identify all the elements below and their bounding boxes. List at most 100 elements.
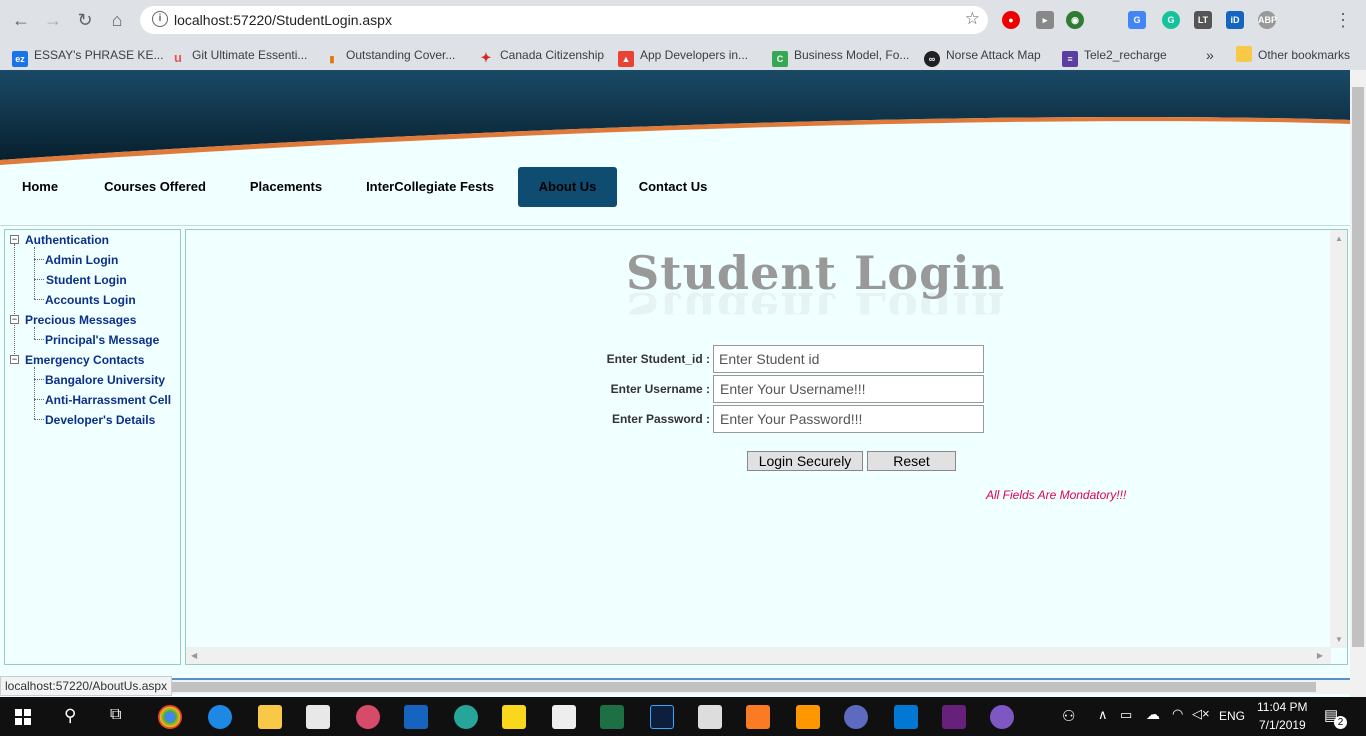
snipping-icon[interactable] [356, 705, 380, 729]
info-icon[interactable]: i [152, 11, 168, 27]
abp-extension-icon[interactable]: ABP [1258, 11, 1277, 29]
store-icon[interactable] [306, 705, 330, 729]
tree-link-principals-message[interactable]: Principal's Message [45, 333, 159, 347]
frame-vertical-scrollbar[interactable]: ▲ ▼ [1330, 230, 1347, 648]
home-icon[interactable]: ⌂ [106, 9, 128, 31]
calculator-icon[interactable] [698, 705, 722, 729]
scroll-left-arrow-icon[interactable]: ◀ [191, 651, 197, 660]
tree-group-emergency-contacts[interactable]: Emergency Contacts [25, 353, 144, 367]
infinity-app-icon[interactable] [990, 705, 1014, 729]
edge-icon[interactable] [208, 705, 232, 729]
url-text[interactable]: localhost:57220/StudentLogin.aspx [174, 12, 392, 28]
page-horizontal-scrollbar[interactable] [0, 680, 1350, 694]
photoshop-icon[interactable] [650, 705, 674, 729]
collapse-toggle-icon[interactable]: − [10, 235, 19, 244]
translate-extension-icon[interactable]: G [1128, 11, 1146, 29]
chrome-icon[interactable] [158, 705, 182, 729]
forward-arrow-icon[interactable]: → [42, 9, 64, 31]
scroll-up-arrow-icon[interactable]: ▲ [1335, 234, 1343, 243]
tree-link-bangalore-university[interactable]: Bangalore University [45, 373, 165, 387]
adblock-extension-icon[interactable]: ● [1002, 11, 1020, 29]
clock-time[interactable]: 11:04 PM [1257, 700, 1307, 714]
battery-icon[interactable]: ▭ [1120, 707, 1132, 723]
volume-muted-icon[interactable]: ◁× [1192, 706, 1210, 722]
back-arrow-icon[interactable]: ← [10, 9, 32, 31]
lt-extension-icon[interactable]: LT [1194, 11, 1212, 29]
reload-icon[interactable]: ↻ [74, 9, 96, 31]
menu-courses-offered[interactable]: Courses Offered [98, 167, 212, 207]
id-extension-icon[interactable]: iD [1226, 11, 1244, 29]
menu-home[interactable]: Home [16, 167, 64, 207]
scroll-down-arrow-icon[interactable]: ▼ [1335, 635, 1343, 644]
task-view-icon[interactable]: ⧉ [110, 706, 121, 724]
frame-horizontal-scrollbar[interactable]: ◀ ▶ [186, 647, 1331, 664]
reset-button[interactable]: Reset [867, 451, 956, 471]
sublime-icon[interactable] [796, 705, 820, 729]
tree-group-authentication[interactable]: Authentication [25, 233, 109, 247]
defender-icon[interactable] [404, 705, 428, 729]
tree-group-precious-messages[interactable]: Precious Messages [25, 313, 136, 327]
login-securely-button[interactable]: Login Securely [747, 451, 863, 471]
notification-count-badge[interactable]: 2 [1334, 716, 1347, 729]
page-scroll-thumb[interactable] [1352, 87, 1364, 647]
show-hidden-icons-icon[interactable]: ∧ [1098, 707, 1108, 723]
people-icon[interactable]: ⚇ [1062, 707, 1075, 725]
vscode-icon[interactable] [894, 705, 918, 729]
menu-intercollegiate-fests[interactable]: InterCollegiate Fests [360, 167, 500, 207]
password-input[interactable] [713, 405, 984, 433]
bookmark-item[interactable]: ▲ App Developers in... [618, 46, 748, 67]
bookmark-label: Business Model, Fo... [794, 48, 910, 62]
bookmark-item[interactable]: ▮ Outstanding Cover... [324, 46, 456, 64]
bookmark-item[interactable]: ∞ Norse Attack Map [924, 46, 1041, 67]
onedrive-icon[interactable]: ☁ [1146, 706, 1160, 723]
player-icon[interactable] [502, 705, 526, 729]
tree-link-student-login[interactable]: Student Login [46, 273, 127, 287]
address-bar[interactable]: i localhost:57220/StudentLogin.aspx ☆ [140, 6, 988, 34]
username-input[interactable] [713, 375, 984, 403]
file-explorer-icon[interactable] [258, 705, 282, 729]
page-vertical-scrollbar[interactable] [1350, 70, 1366, 697]
maple-leaf-icon: ✦ [480, 50, 492, 65]
bookmarks-overflow-button[interactable]: » [1206, 46, 1214, 64]
visual-studio-icon[interactable] [942, 705, 966, 729]
required-fields-warning: All Fields Are Mondatory!!! [986, 488, 1127, 502]
tree-line [34, 299, 44, 300]
tree-link-developers-details[interactable]: Developer's Details [45, 413, 155, 427]
collapse-toggle-icon[interactable]: − [10, 315, 19, 324]
globe-extension-icon[interactable]: ◉ [1066, 11, 1084, 29]
bookmark-item[interactable]: ez ESSAY's PHRASE KE... [12, 46, 163, 67]
norse-icon: ∞ [924, 51, 940, 67]
chart-icon: ▮ [329, 54, 335, 64]
clock-date[interactable]: 7/1/2019 [1259, 718, 1306, 732]
grammarly-icon[interactable]: G [1162, 11, 1180, 29]
collapse-toggle-icon[interactable]: − [10, 355, 19, 364]
bookmark-item[interactable]: ✦ Canada Citizenship [478, 46, 605, 65]
tree-link-accounts-login[interactable]: Accounts Login [45, 293, 136, 307]
menu-contact-us[interactable]: Contact Us [633, 167, 713, 207]
language-indicator[interactable]: ENG [1219, 709, 1245, 723]
page-hscroll-thumb[interactable] [166, 682, 1316, 692]
bookmark-star-icon[interactable]: ☆ [965, 9, 980, 29]
windows-taskbar: ⚲ ⧉ ⚇ ∧ ▭ ☁ ◠ ◁× ENG 11:04 PM 7/1/2019 ▤… [0, 697, 1366, 736]
menu-placements[interactable]: Placements [244, 167, 328, 207]
student-id-input[interactable] [713, 345, 984, 373]
other-bookmarks-folder[interactable]: Other bookmarks [1236, 46, 1350, 64]
atom-icon[interactable] [454, 705, 478, 729]
camera-icon[interactable] [844, 705, 868, 729]
wifi-icon[interactable]: ◠ [1172, 706, 1183, 722]
menu-about-us[interactable]: About Us [518, 167, 617, 207]
mail-icon[interactable] [552, 705, 576, 729]
tree-link-admin-login[interactable]: Admin Login [45, 253, 118, 267]
tree-line [34, 367, 35, 419]
menu-dots-icon[interactable]: ⋮ [1332, 9, 1354, 31]
search-icon[interactable]: ⚲ [64, 706, 76, 726]
bookmark-item[interactable]: ≡ Tele2_recharge [1062, 46, 1167, 67]
bookmark-item[interactable]: C Business Model, Fo... [772, 46, 910, 67]
scroll-right-arrow-icon[interactable]: ▶ [1317, 651, 1323, 660]
tree-link-anti-harrassment-cell[interactable]: Anti-Harrassment Cell [45, 393, 171, 407]
cursor-extension-icon[interactable]: ▸ [1036, 11, 1054, 29]
xampp-icon[interactable] [746, 705, 770, 729]
bookmark-item[interactable]: u Git Ultimate Essenti... [170, 46, 307, 65]
excel-icon[interactable] [600, 705, 624, 729]
windows-start-icon[interactable] [15, 709, 31, 725]
